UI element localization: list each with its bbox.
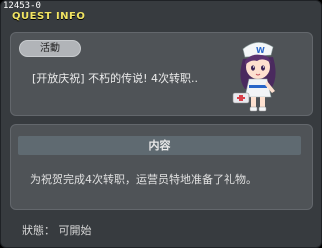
- content-description: 为祝贺完成4次转职，运营员特地准备了礼物。: [30, 173, 257, 186]
- content-header: 内容: [18, 136, 301, 155]
- quest-id: 12453-0: [3, 1, 41, 11]
- npc-nurse-character-icon: W: [232, 42, 276, 112]
- quest-name: [开放庆祝] 不朽的传说! 4次转职..: [32, 72, 198, 85]
- quest-info-window: 12453-0 QUEST INFO 活動 [开放庆祝] 不朽的传说! 4次转职…: [0, 0, 322, 248]
- quest-category-tag: 活動: [19, 40, 81, 57]
- svg-text:W: W: [256, 46, 265, 55]
- window-title: QUEST INFO: [12, 11, 86, 22]
- quest-status: 狀態： 可開始: [22, 224, 92, 237]
